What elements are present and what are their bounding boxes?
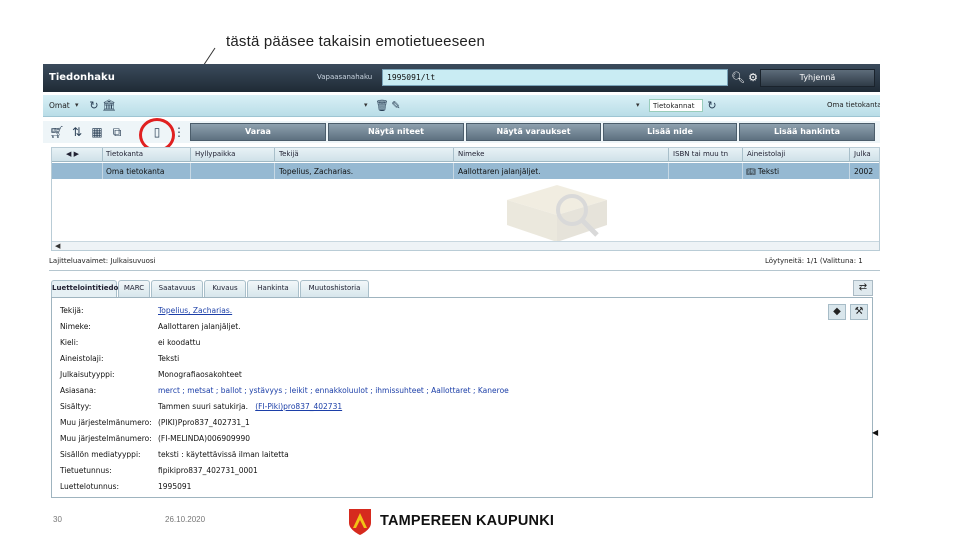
swap-icon[interactable]: ⇄ [853, 280, 873, 296]
chevron-down-icon[interactable]: ▾ [75, 101, 79, 109]
toolbar-primary: Omat ▾ ↻ 🏛︎ ▾ 🗑︎ ✎ ▾ Tietokannat ↻ Oma t… [43, 95, 880, 117]
reserve-button[interactable]: Varaa [190, 123, 326, 141]
field-label: Tekijä: [60, 306, 84, 315]
title-bar: Tiedonhaku Vapaasanahaku 1995091/lt 🔍︎ ⚙… [43, 64, 880, 92]
tab-marc[interactable]: MARC [118, 280, 150, 297]
cell-material-type: 📖︎ Teksti [746, 167, 779, 176]
delete-icon[interactable]: 🗑︎ [375, 99, 389, 113]
column-header[interactable]: Tekijä [279, 150, 299, 158]
quick-search-input[interactable]: 1995091/lt [382, 69, 728, 86]
search-icon[interactable]: 🔍︎ [731, 69, 745, 86]
annotation-text: tästä pääsee takaisin emotietueeseen [226, 33, 486, 50]
copy-icon[interactable]: ⧉ [109, 124, 125, 140]
show-reservations-button[interactable]: Näytä varaukset [466, 123, 601, 141]
record-icon[interactable]: ◆ [828, 304, 846, 320]
chevron-down-icon[interactable]: ▾ [364, 101, 368, 109]
divider [49, 270, 880, 271]
app-title: Tiedonhaku [49, 72, 115, 83]
sort-icon[interactable]: ⇅ [69, 124, 85, 140]
splitter-handle-icon[interactable]: ◀ [872, 428, 878, 437]
field-value: Tammen suuri satukirja. (FI-Piki)pro837_… [158, 402, 342, 411]
refresh-icon[interactable]: ↻ [87, 99, 101, 113]
sort-keys-label: Lajitteluavaimet: Julkaisuvuosi [49, 257, 156, 265]
chevron-down-icon[interactable]: ▾ [636, 101, 640, 109]
grid-icon[interactable]: ▦ [89, 124, 105, 140]
field-value: (FI-MELINDA)006909990 [158, 434, 251, 443]
field-label: Sisällön mediatyyppi: [60, 450, 141, 459]
add-item-button[interactable]: Lisää nide [603, 123, 737, 141]
field-value: (PIKI)Ppro837_402731_1 [158, 418, 250, 427]
field-value: fipikipro837_402731_0001 [158, 466, 258, 475]
databases-selector[interactable]: Tietokannat [649, 99, 703, 112]
field-value: Monografiaosakohteet [158, 370, 242, 379]
column-header[interactable]: Aineistolaji [747, 150, 785, 158]
column-header[interactable]: Tietokanta [106, 150, 143, 158]
field-label: Kieli: [60, 338, 79, 347]
field-value: Teksti [158, 354, 180, 363]
status-line: Lajitteluavaimet: Julkaisuvuosi Löytynei… [49, 257, 880, 267]
app-window: Tiedonhaku Vapaasanahaku 1995091/lt 🔍︎ ⚙… [43, 64, 880, 498]
library-icon[interactable]: 🏛︎ [102, 99, 116, 113]
cart-icon[interactable]: 🛒︎ [49, 124, 65, 140]
refresh-icon[interactable]: ↻ [705, 99, 719, 113]
quick-search-label: Vapaasanahaku [317, 73, 373, 81]
field-label: Julkaisutyyppi: [60, 370, 115, 379]
tab-history[interactable]: Muutoshistoria [300, 280, 369, 297]
host-record-link[interactable]: (FI-Piki)pro837_402731 [255, 402, 342, 411]
author-link[interactable]: Topelius, Zacharias. [158, 306, 232, 315]
cell-year: 2002 [854, 167, 874, 176]
field-label: Luettelotunnus: [60, 482, 119, 491]
grid-header: ◀ ▶ Tietokanta Hyllypaikka Tekijä Nimeke… [52, 148, 879, 162]
cell-title: Aallottaren jalanjäljet. [458, 167, 541, 176]
field-value: ei koodattu [158, 338, 201, 347]
city-crest-logo [349, 509, 371, 535]
host-title: Tammen suuri satukirja. [158, 402, 249, 411]
book-icon: 📖︎ [746, 167, 756, 176]
scroll-left-icon[interactable]: ◀ [55, 242, 60, 250]
search-watermark-icon [507, 185, 607, 242]
clear-button[interactable]: Tyhjennä [760, 69, 875, 87]
detail-panel: ◆ ⚒ Tekijä: Topelius, Zacharias. Nimeke:… [51, 297, 873, 498]
tab-description[interactable]: Kuvaus [204, 280, 246, 297]
own-menu[interactable]: Omat [49, 101, 70, 110]
horizontal-scrollbar[interactable]: ◀ [52, 241, 879, 250]
edit-icon[interactable]: ✎ [389, 99, 403, 113]
advanced-search-icon[interactable]: ⚙ [746, 69, 760, 86]
tab-availability[interactable]: Saatavuus [151, 280, 203, 297]
detail-tabs: Luettelointitiedot MARC Saatavuus Kuvaus… [51, 280, 880, 297]
own-database-label: Oma tietokanta [827, 101, 880, 109]
results-grid: ◀ ▶ Tietokanta Hyllypaikka Tekijä Nimeke… [51, 147, 880, 251]
field-value: Aallottaren jalanjäljet. [158, 322, 241, 331]
column-header[interactable]: Hyllypaikka [195, 150, 235, 158]
field-label: Tietuetunnus: [60, 466, 112, 475]
table-row[interactable]: Oma tietokanta Topelius, Zacharias. Aall… [52, 163, 879, 179]
field-value: teksti : käytettävissä ilman laitetta [158, 450, 289, 459]
field-value: 1995091 [158, 482, 192, 491]
subject-links[interactable]: merct ; metsat ; ballot ; ystävyys ; lei… [158, 386, 509, 395]
field-label: Muu järjestelmänumero: [60, 434, 152, 443]
tab-cataloguing[interactable]: Luettelointitiedot [51, 280, 122, 297]
field-label: Asiasana: [60, 386, 97, 395]
field-label: Muu järjestelmänumero: [60, 418, 152, 427]
column-header[interactable]: Nimeke [458, 150, 484, 158]
column-header[interactable]: ISBN tai muu tn [673, 150, 728, 158]
cell-database: Oma tietokanta [106, 167, 165, 176]
nav-arrows-icon[interactable]: ◀ ▶ [66, 150, 79, 158]
field-label: Sisältyy: [60, 402, 92, 411]
slide-number: 30 [53, 515, 62, 524]
cell-author: Topelius, Zacharias. [279, 167, 354, 176]
field-label: Nimeke: [60, 322, 91, 331]
add-acquisition-button[interactable]: Lisää hankinta [739, 123, 875, 141]
material-type-label: Teksti [757, 167, 780, 176]
slide-date: 26.10.2020 [165, 515, 206, 524]
column-header[interactable]: Julka [854, 150, 871, 158]
tab-acquisition[interactable]: Hankinta [247, 280, 299, 297]
tools-icon[interactable]: ⚒ [850, 304, 868, 320]
found-count: Löytyneitä: 1/1 (Valittuna: 1 [765, 257, 863, 265]
show-items-button[interactable]: Näytä niteet [328, 123, 464, 141]
organization-name: TAMPEREEN KAUPUNKI [380, 513, 555, 529]
field-label: Aineistolaji: [60, 354, 104, 363]
